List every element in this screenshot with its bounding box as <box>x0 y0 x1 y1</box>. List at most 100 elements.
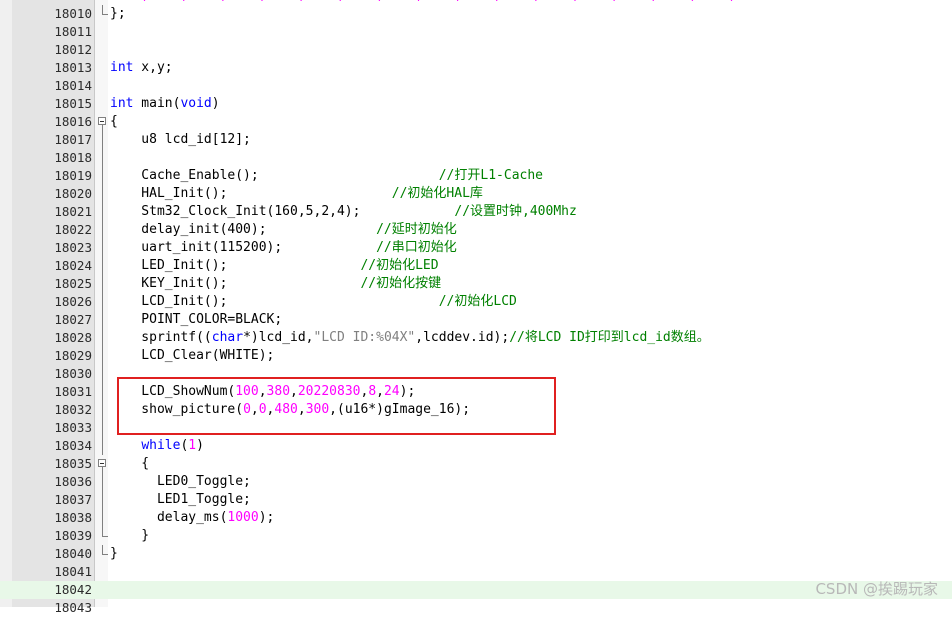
code-text: int main(void) <box>110 95 220 113</box>
code-line[interactable]: 18015 int main(void) <box>0 95 952 113</box>
code-line[interactable]: 18028 sprintf((char*)lcd_id,"LCD ID:%04X… <box>0 329 952 347</box>
code-line[interactable]: 18014 <box>0 77 952 95</box>
code-text: HAL_Init(); //初始化HAL库 <box>110 185 483 203</box>
code-line[interactable]: 18035 { <box>0 455 952 473</box>
code-line[interactable]: 18031 LCD_ShowNum(100,380,20220830,8,24)… <box>0 383 952 401</box>
code-token: ,(u16*)gImage_16); <box>329 402 471 417</box>
fold-line-icon <box>96 311 108 329</box>
code-token: ) <box>211 96 220 111</box>
fold-line-icon <box>96 149 108 167</box>
code-token: 1000 <box>227 510 259 525</box>
code-token: //初始化HAL库 <box>391 186 483 201</box>
code-line[interactable]: 18022 delay_init(400); //延时初始化 <box>0 221 952 239</box>
code-token: *)lcd_id, <box>243 330 314 345</box>
code-token: LCD_Init(); <box>110 294 439 309</box>
code-line[interactable]: 18021 Stm32_Clock_Init(160,5,2,4); //设置时… <box>0 203 952 221</box>
code-text: LCD_ShowNum(100,380,20220830,8,24); <box>110 383 415 401</box>
fold-line-icon <box>96 221 108 239</box>
fold-line-icon <box>96 473 108 491</box>
line-number: 18025 <box>54 276 92 291</box>
code-text: KEY_Init(); //初始化按键 <box>110 275 441 293</box>
code-line[interactable]: 18040} <box>0 545 952 563</box>
code-token: 0xFF,0xDB,0xFF,0xDB,0xFF,0xDB,0xFF,0xDB,… <box>110 0 736 3</box>
line-number: 18041 <box>54 564 92 579</box>
fold-end-icon <box>96 545 108 563</box>
code-line[interactable]: 18024 LED_Init(); //初始化LED <box>0 257 952 275</box>
line-number: 18028 <box>54 330 92 345</box>
code-text: Stm32_Clock_Init(160,5,2,4); //设置时钟,400M… <box>110 203 577 221</box>
code-line[interactable]: 18034 while(1) <box>0 437 952 455</box>
code-line[interactable]: 18010}; <box>0 5 952 23</box>
code-text: LED1_Toggle; <box>110 491 251 509</box>
code-token: , <box>290 384 298 399</box>
code-line[interactable]: 18013 int x,y; <box>0 59 952 77</box>
fold-line-icon <box>96 185 108 203</box>
code-text: Cache_Enable(); //打开L1-Cache <box>110 167 543 185</box>
code-line[interactable]: 18018 <box>0 149 952 167</box>
code-line[interactable]: 18019 Cache_Enable(); //打开L1-Cache <box>0 167 952 185</box>
line-number: 18039 <box>54 528 92 543</box>
code-token: ); <box>399 384 416 399</box>
code-line[interactable]: 18039 } <box>0 527 952 545</box>
fold-line-icon <box>96 329 108 347</box>
code-line[interactable]: 18027 POINT_COLOR=BLACK; <box>0 311 952 329</box>
code-token: 0 <box>258 402 267 417</box>
code-token: KEY_Init(); <box>110 276 361 291</box>
watermark: CSDN @挨踢玩家 <box>815 580 938 598</box>
code-token: //设置时钟,400Mhz <box>454 204 577 219</box>
line-number: 18016 <box>54 114 92 129</box>
code-text: int x,y; <box>110 59 173 77</box>
code-line[interactable]: 18020 HAL_Init(); //初始化HAL库 <box>0 185 952 203</box>
code-text: u8 lcd_id[12]; <box>110 131 251 149</box>
code-text: }; <box>110 5 126 23</box>
code-text: LCD_Init(); //初始化LCD <box>110 293 517 311</box>
code-token: 20220830 <box>297 384 361 399</box>
fold-line-icon <box>96 167 108 185</box>
line-number: 18012 <box>54 42 92 57</box>
code-token: while <box>141 438 181 453</box>
line-number: 18029 <box>54 348 92 363</box>
line-number: 18036 <box>54 474 92 489</box>
code-line[interactable]: 18038 delay_ms(1000); <box>0 509 952 527</box>
code-token: //初始化LCD <box>438 294 517 309</box>
code-token: void <box>180 96 212 111</box>
code-line[interactable]: 18016 { <box>0 113 952 131</box>
code-text: POINT_COLOR=BLACK; <box>110 311 282 329</box>
line-number: 18013 <box>54 60 92 75</box>
code-editor[interactable]: 180090xFF,0xDB,0xFF,0xDB,0xFF,0xDB,0xFF,… <box>0 0 952 615</box>
code-line[interactable]: 18032 show_picture(0,0,480,300,(u16*)gIm… <box>0 401 952 419</box>
code-line[interactable]: 18036 LED0_Toggle; <box>0 473 952 491</box>
fold-line-icon <box>96 293 108 311</box>
code-token: ,lcddev.id); <box>415 330 510 345</box>
code-token: LED0_Toggle; <box>110 474 251 489</box>
line-number: 18023 <box>54 240 92 255</box>
code-line[interactable]: 18012 <box>0 41 952 59</box>
code-token: 100 <box>235 384 259 399</box>
code-text: LCD_Clear(WHITE); <box>110 347 274 365</box>
code-token: Cache_Enable(); <box>110 168 439 183</box>
code-line[interactable]: 18030 <box>0 365 952 383</box>
code-token: //将LCD ID打印到lcd_id数组。 <box>509 330 710 345</box>
code-token: POINT_COLOR=BLACK; <box>110 312 283 327</box>
code-line[interactable]: 18029 LCD_Clear(WHITE); <box>0 347 952 365</box>
fold-line-icon <box>96 491 108 509</box>
code-line[interactable]: 18033 <box>0 419 952 437</box>
fold-toggle-icon[interactable] <box>96 455 108 473</box>
code-line[interactable]: 18023 uart_init(115200); //串口初始化 <box>0 239 952 257</box>
fold-end-icon <box>96 5 108 23</box>
code-line[interactable]: 18041 <box>0 563 952 581</box>
code-line[interactable]: 18025 KEY_Init(); //初始化按键 <box>0 275 952 293</box>
code-line[interactable]: 18042 <box>0 581 952 599</box>
code-line[interactable]: 18011 <box>0 23 952 41</box>
fold-toggle-icon[interactable] <box>96 113 108 131</box>
line-number: 18030 <box>54 366 92 381</box>
code-line[interactable]: 18017 u8 lcd_id[12]; <box>0 131 952 149</box>
code-text: { <box>110 113 118 131</box>
code-line[interactable]: 18037 LED1_Toggle; <box>0 491 952 509</box>
code-line[interactable]: 18043 <box>0 599 952 617</box>
code-line[interactable]: 18026 LCD_Init(); //初始化LCD <box>0 293 952 311</box>
code-text: delay_ms(1000); <box>110 509 274 527</box>
code-text: delay_init(400); //延时初始化 <box>110 221 456 239</box>
code-token: 1 <box>188 438 197 453</box>
fold-line-icon <box>96 383 108 401</box>
